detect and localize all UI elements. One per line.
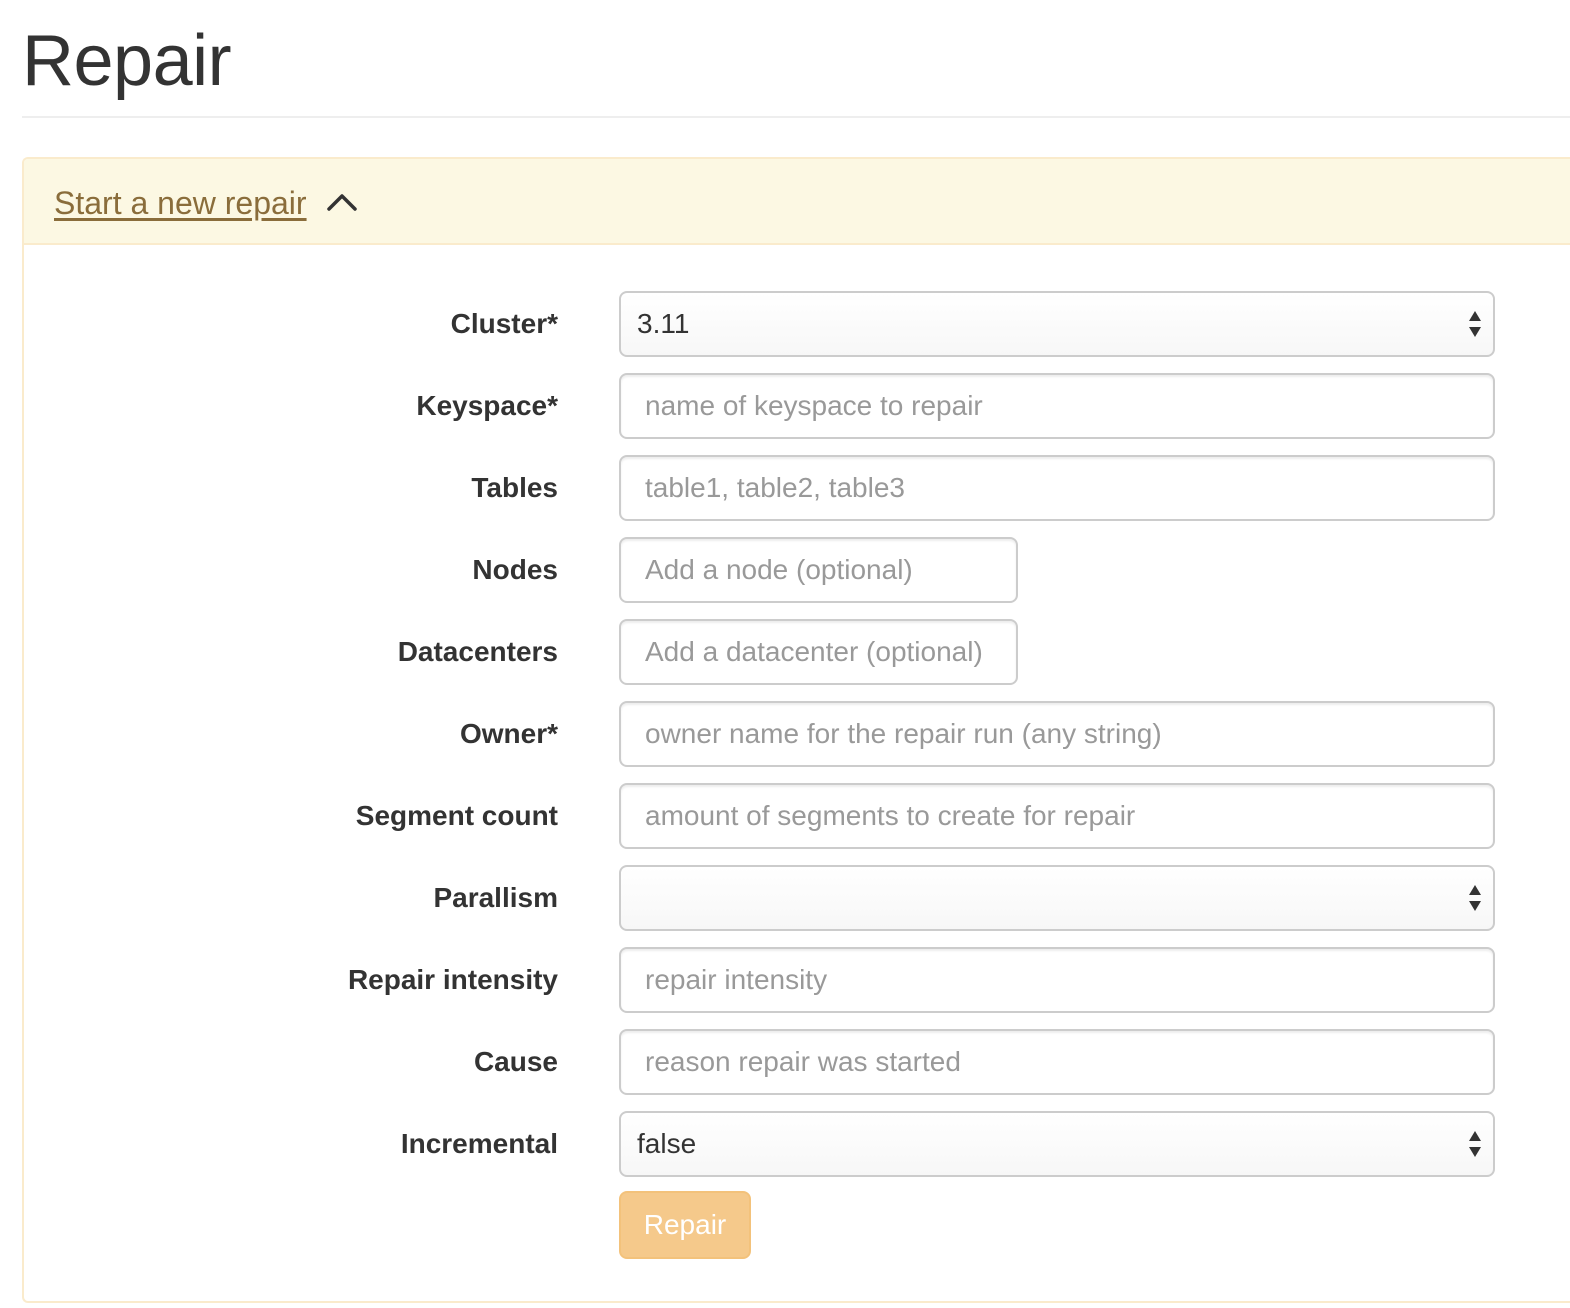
owner-row: Owner* [24, 701, 1570, 767]
select-arrows-icon [1469, 311, 1481, 337]
cause-label: Cause [473, 1046, 558, 1077]
incremental-row: Incremental false [24, 1111, 1570, 1177]
title-divider [22, 116, 1570, 118]
repair-intensity-input[interactable] [619, 947, 1495, 1013]
incremental-select-value: false [637, 1128, 697, 1159]
datacenters-row: Datacenters [24, 619, 1570, 685]
datacenters-input[interactable] [619, 619, 1018, 685]
repair-intensity-row: Repair intensity [24, 947, 1570, 1013]
datacenters-label: Datacenters [397, 636, 558, 667]
cluster-row: Cluster* 3.11 [24, 291, 1570, 357]
cluster-select[interactable]: 3.11 [619, 291, 1495, 357]
page-title: Repair [22, 21, 232, 101]
cause-row: Cause [24, 1029, 1570, 1095]
repair-intensity-label: Repair intensity [347, 964, 558, 995]
keyspace-label: Keyspace* [416, 390, 558, 421]
incremental-label: Incremental [400, 1128, 558, 1159]
tables-input[interactable] [619, 455, 1495, 521]
repair-page: Repair Start a new repair Cluster* 3.11 … [0, 0, 1570, 1308]
cluster-select-value: 3.11 [637, 308, 690, 339]
select-arrows-icon [1469, 885, 1481, 911]
owner-label: Owner* [459, 718, 558, 749]
nodes-input[interactable] [619, 537, 1018, 603]
nodes-label: Nodes [472, 554, 558, 585]
segment-count-label: Segment count [355, 800, 558, 831]
parallism-label: Parallism [433, 882, 558, 913]
segment-count-input[interactable] [619, 783, 1495, 849]
panel-heading: Start a new repair [24, 159, 1570, 245]
incremental-select[interactable]: false [619, 1111, 1495, 1177]
tables-label: Tables [471, 472, 558, 503]
owner-input[interactable] [619, 701, 1495, 767]
cause-input[interactable] [619, 1029, 1495, 1095]
nodes-row: Nodes [24, 537, 1570, 603]
tables-row: Tables [24, 455, 1570, 521]
segment-count-row: Segment count [24, 783, 1570, 849]
keyspace-row: Keyspace* [24, 373, 1570, 439]
start-new-repair-link[interactable]: Start a new repair [54, 183, 307, 223]
new-repair-panel: Start a new repair Cluster* 3.11 Keyspac… [22, 157, 1570, 1303]
keyspace-input[interactable] [619, 373, 1495, 439]
cluster-label: Cluster* [450, 308, 558, 339]
chevron-up-icon[interactable] [326, 189, 358, 213]
repair-submit-button[interactable]: Repair [619, 1191, 751, 1259]
select-arrows-icon [1469, 1131, 1481, 1157]
parallism-select[interactable] [619, 865, 1495, 931]
parallism-row: Parallism [24, 865, 1570, 931]
